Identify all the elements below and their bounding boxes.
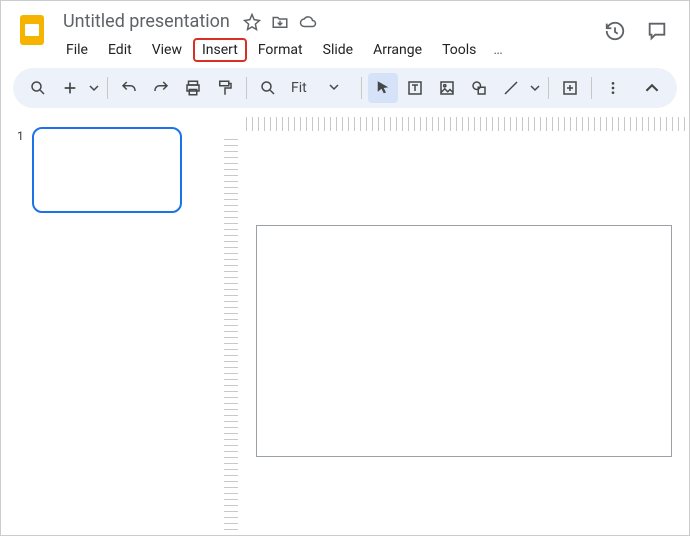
more-tools-button[interactable] xyxy=(598,73,628,103)
slide-number: 1 xyxy=(17,127,24,143)
menubar: File Edit View Insert Format Slide Arran… xyxy=(57,34,603,68)
zoom-label: Fit xyxy=(291,80,307,96)
ruler-vertical xyxy=(224,139,238,531)
print-button[interactable] xyxy=(178,73,208,103)
ruler-horizontal xyxy=(246,117,685,131)
menu-view[interactable]: View xyxy=(143,38,191,62)
zoom-tool-button[interactable] xyxy=(253,73,283,103)
line-dropdown[interactable] xyxy=(528,73,542,103)
line-button[interactable] xyxy=(496,73,526,103)
image-button[interactable] xyxy=(432,73,462,103)
undo-button[interactable] xyxy=(114,73,144,103)
search-menus-button[interactable] xyxy=(23,73,53,103)
chevron-down-icon xyxy=(329,80,339,96)
menu-edit[interactable]: Edit xyxy=(99,38,141,62)
divider xyxy=(246,77,247,99)
menu-arrange[interactable]: Arrange xyxy=(364,38,431,62)
canvas-area[interactable] xyxy=(216,109,689,535)
cloud-status-icon[interactable] xyxy=(298,12,318,32)
comment-insert-button[interactable] xyxy=(555,73,585,103)
menu-insert[interactable]: Insert xyxy=(193,38,247,62)
star-icon[interactable] xyxy=(242,12,262,32)
zoom-dropdown[interactable]: Fit xyxy=(285,80,355,96)
menu-format[interactable]: Format xyxy=(249,38,312,62)
menu-tools[interactable]: Tools xyxy=(433,38,485,62)
new-slide-dropdown[interactable] xyxy=(87,73,101,103)
move-folder-icon[interactable] xyxy=(270,12,290,32)
history-icon[interactable] xyxy=(603,19,627,43)
divider xyxy=(591,77,592,99)
menu-more[interactable]: … xyxy=(487,38,508,62)
slide-thumbnail[interactable] xyxy=(32,127,182,213)
menu-file[interactable]: File xyxy=(57,38,97,62)
new-slide-button[interactable] xyxy=(55,73,85,103)
redo-button[interactable] xyxy=(146,73,176,103)
textbox-button[interactable] xyxy=(400,73,430,103)
menu-slide[interactable]: Slide xyxy=(314,38,362,62)
comments-icon[interactable] xyxy=(645,19,669,43)
shape-button[interactable] xyxy=(464,73,494,103)
divider xyxy=(548,77,549,99)
toolbar: Fit xyxy=(13,68,677,108)
divider xyxy=(361,77,362,99)
slides-logo[interactable] xyxy=(15,13,49,47)
doc-title[interactable]: Untitled presentation xyxy=(59,9,234,34)
slide-canvas[interactable] xyxy=(256,225,672,457)
divider xyxy=(107,77,108,99)
select-tool-button[interactable] xyxy=(368,73,398,103)
paint-format-button[interactable] xyxy=(210,73,240,103)
filmstrip[interactable]: 1 xyxy=(1,109,216,535)
slide-thumbnail-row[interactable]: 1 xyxy=(17,127,206,213)
collapse-toolbar-button[interactable] xyxy=(637,73,667,103)
